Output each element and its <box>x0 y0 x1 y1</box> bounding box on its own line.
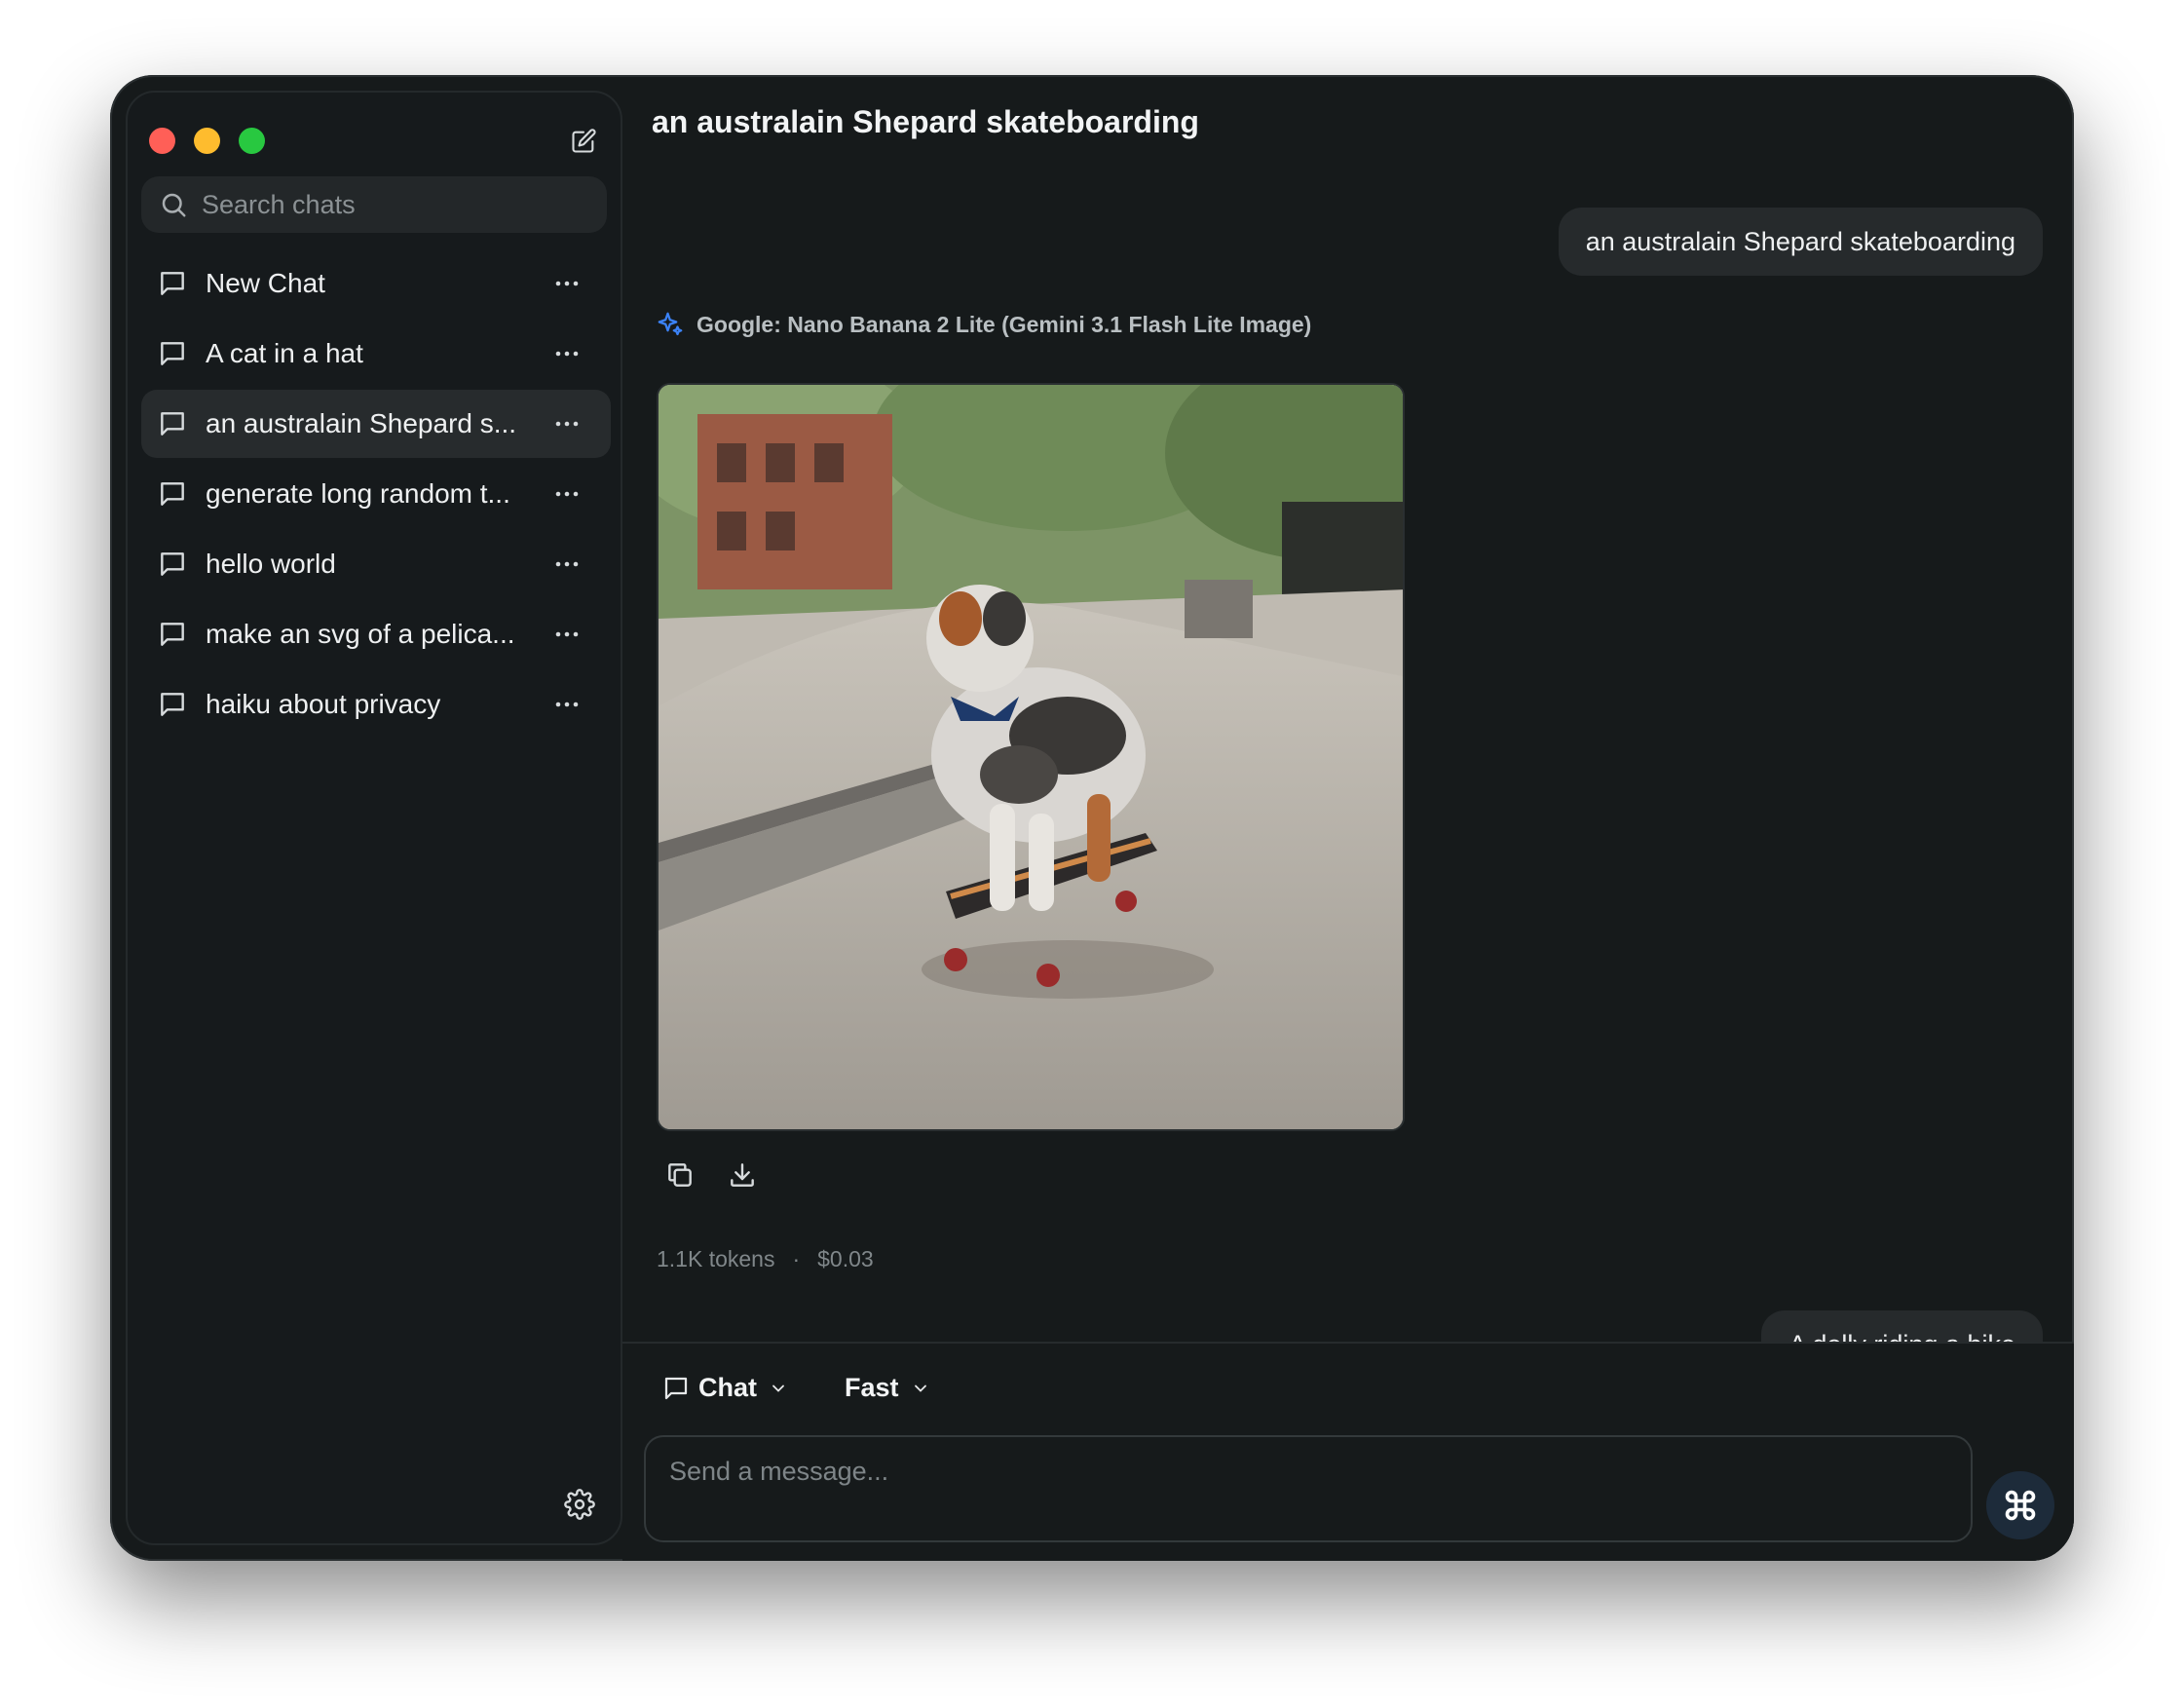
chat-bubble-icon <box>664 1377 688 1399</box>
usage-separator: · <box>792 1246 801 1271</box>
chevron-down-icon <box>914 1385 926 1392</box>
chat-item-label: haiku about privacy <box>206 689 441 719</box>
image-actions <box>663 1158 759 1192</box>
more-options-icon[interactable] <box>552 271 582 296</box>
chat-item-generate-long-random[interactable]: generate long random t... <box>141 460 611 528</box>
page-title: an australain Shepard skateboarding <box>652 104 1199 139</box>
download-icon <box>731 1163 754 1187</box>
chat-item-label: generate long random t... <box>206 478 510 509</box>
chat-bubble-icon <box>161 272 184 295</box>
chat-item-label: hello world <box>206 549 336 579</box>
chat-bubble-icon <box>161 623 184 646</box>
maximize-window-button[interactable] <box>239 128 265 154</box>
more-options-icon[interactable] <box>552 481 582 507</box>
chat-item-australian-shepard[interactable]: an australain Shepard s... <box>141 390 611 458</box>
speed-selector-label: Fast <box>845 1373 899 1402</box>
download-image-button[interactable] <box>726 1158 759 1192</box>
more-options-icon[interactable] <box>552 551 582 577</box>
chat-item-label: an australain Shepard s... <box>206 408 517 438</box>
mode-selector[interactable]: Chat <box>661 1373 788 1403</box>
chat-bubble-icon <box>161 482 184 506</box>
chat-item-haiku-privacy[interactable]: haiku about privacy <box>141 670 611 739</box>
chat-item-hello-world[interactable]: hello world <box>141 530 611 598</box>
chat-item-svg-pelican[interactable]: make an svg of a pelica... <box>141 600 611 668</box>
mode-selector-label: Chat <box>698 1373 757 1402</box>
copy-image-button[interactable] <box>663 1158 697 1192</box>
gear-icon <box>564 1489 595 1520</box>
chat-item-label: New Chat <box>206 268 325 298</box>
compose-icon <box>572 129 596 153</box>
more-options-icon[interactable] <box>552 411 582 436</box>
main-panel: an australain Shepard skateboarding an a… <box>622 75 2074 1561</box>
copy-icon <box>668 1163 692 1187</box>
minimize-window-button[interactable] <box>194 128 220 154</box>
chat-item-label: A cat in a hat <box>206 338 363 368</box>
chat-bubble-icon <box>161 693 184 716</box>
app-logo-icon <box>2005 1490 2036 1521</box>
window-controls <box>149 128 265 154</box>
send-button[interactable] <box>1986 1471 2054 1539</box>
model-name: Google: Nano Banana 2 Lite (Gemini 3.1 F… <box>697 311 1312 337</box>
usage-cost: $0.03 <box>817 1246 874 1271</box>
chevron-down-icon <box>772 1385 784 1392</box>
chat-list: New Chat A cat in a hat an australain Sh… <box>141 249 611 740</box>
generated-image[interactable] <box>657 383 1405 1131</box>
sparkles-icon <box>658 312 683 336</box>
close-window-button[interactable] <box>149 128 175 154</box>
composer: Chat Fast <box>622 1342 2074 1561</box>
usage-stats: 1.1K tokens · $0.03 <box>657 1246 874 1272</box>
more-options-icon[interactable] <box>552 692 582 717</box>
search-box <box>141 176 607 233</box>
composer-controls: Chat Fast <box>661 1373 930 1403</box>
app-window: New Chat A cat in a hat an australain Sh… <box>110 75 2074 1561</box>
generated-image-canvas <box>659 385 1403 1129</box>
chat-bubble-icon <box>161 552 184 576</box>
chat-bubble-icon <box>161 342 184 365</box>
token-count: 1.1K tokens <box>657 1246 775 1271</box>
new-chat-compose-button[interactable] <box>568 126 599 157</box>
speed-selector[interactable]: Fast <box>837 1373 930 1403</box>
chat-item-new-chat[interactable]: New Chat <box>141 249 611 318</box>
more-options-icon[interactable] <box>552 622 582 647</box>
user-message-bubble: an australain Shepard skateboarding <box>1558 208 2043 276</box>
chat-bubble-icon <box>161 412 184 436</box>
message-input[interactable] <box>644 1435 1973 1542</box>
search-icon <box>162 193 186 217</box>
sidebar: New Chat A cat in a hat an australain Sh… <box>126 91 622 1545</box>
search-input[interactable] <box>202 189 591 220</box>
settings-button[interactable] <box>562 1487 597 1522</box>
chat-item-cat-in-a-hat[interactable]: A cat in a hat <box>141 320 611 388</box>
more-options-icon[interactable] <box>552 341 582 366</box>
chat-item-label: make an svg of a pelica... <box>206 619 515 649</box>
model-attribution: Google: Nano Banana 2 Lite (Gemini 3.1 F… <box>656 310 1311 339</box>
